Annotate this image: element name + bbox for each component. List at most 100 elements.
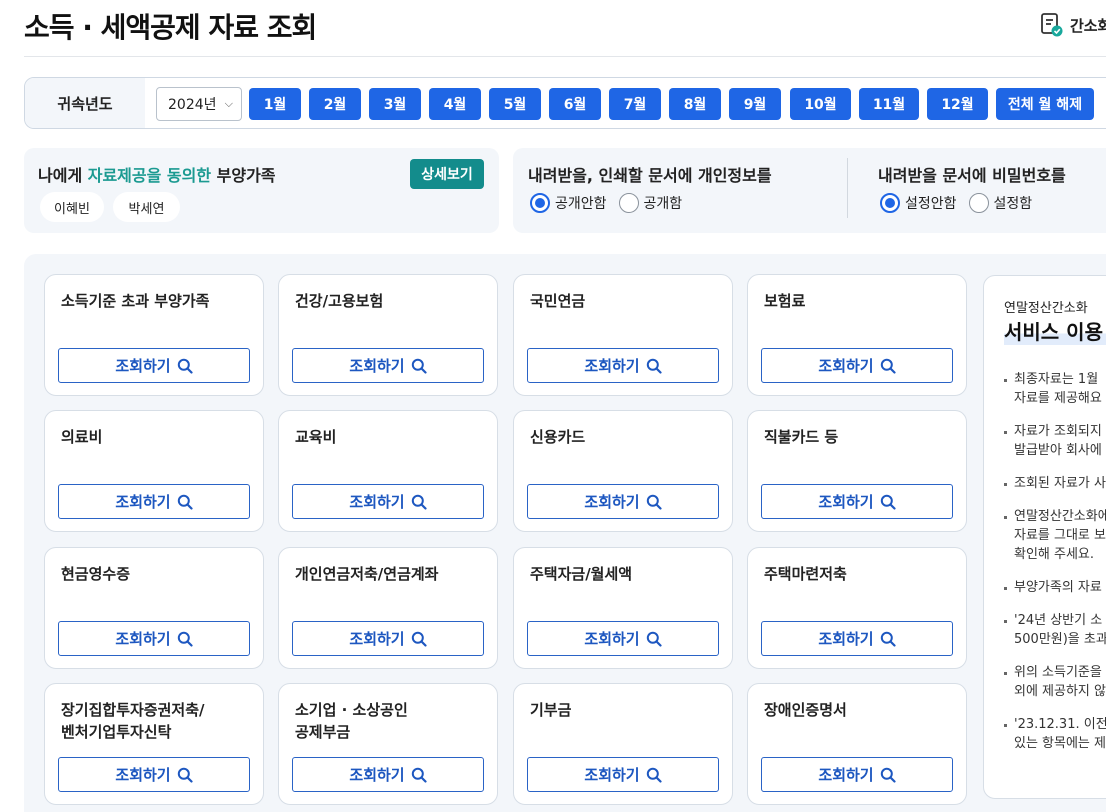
card-title: 개인연금저축/연금계좌 [295,565,439,583]
query-button-label: 조회하기 [818,630,874,648]
search-icon [646,767,662,783]
card-title: 교육비 [295,428,337,446]
dependent-chip[interactable]: 이혜빈 [40,192,104,222]
card-title: 장애인증명서 [764,701,847,719]
query-button[interactable]: 조회하기 [527,621,719,656]
year-label: 귀속년도 [25,78,145,128]
query-button-label: 조회하기 [818,357,874,375]
info-subtitle: 연말정산간소화 [1004,301,1088,316]
query-button-label: 조회하기 [115,357,171,375]
search-icon [411,358,427,374]
info-note: '24년 상반기 소 500만원)을 초과 [1004,611,1106,649]
privacy-hide-radio[interactable] [530,193,550,213]
info-note: 자료가 조회되지 발급받아 회사에 [1004,422,1106,460]
password-radio-group: 설정안함 설정함 [880,193,1032,213]
query-button[interactable]: 조회하기 [58,757,250,792]
search-icon [411,494,427,510]
query-button[interactable]: 조회하기 [58,484,250,519]
card-title: 기부금 [530,701,572,719]
query-button[interactable]: 조회하기 [58,621,250,656]
deduction-card: 현금영수증 조회하기 [44,547,264,669]
query-button[interactable]: 조회하기 [292,621,484,656]
options-divider [847,158,848,218]
query-button-label: 조회하기 [349,357,405,375]
privacy-show-radio[interactable] [618,193,639,213]
query-button[interactable]: 조회하기 [761,757,953,792]
month-button-1[interactable]: 1월 [249,88,301,120]
month-button-6[interactable]: 6월 [549,88,601,120]
month-button-12[interactable]: 12월 [927,88,988,120]
month-button-5[interactable]: 5월 [489,88,541,120]
search-icon [411,631,427,647]
month-button-3[interactable]: 3월 [369,88,421,120]
info-note: '23.12.31. 이전 있는 항목에는 제 [1004,715,1106,753]
deduction-card: 주택자금/월세액 조회하기 [513,547,733,669]
query-button-label: 조회하기 [115,630,171,648]
card-title: 주택마련저축 [764,565,847,583]
month-button-9[interactable]: 9월 [729,88,781,120]
query-button-label: 조회하기 [349,766,405,784]
month-button-8[interactable]: 8월 [669,88,721,120]
info-title: 서비스 이용 [1004,316,1106,345]
query-button-label: 조회하기 [584,493,640,511]
info-note: 위의 소득기준을 외에 제공하지 않 [1004,663,1106,701]
card-title: 소기업 · 소상공인 공제부금 [295,701,408,741]
query-button[interactable]: 조회하기 [527,757,719,792]
document-check-icon [1041,13,1063,37]
deduction-card: 장기집합투자증권저축/ 벤처기업투자신탁조회하기 [44,683,264,805]
privacy-show-label[interactable]: 공개함 [644,193,683,213]
card-title: 건강/고용보험 [295,292,384,310]
query-button[interactable]: 조회하기 [292,484,484,519]
year-filter-bar: 귀속년도 2024년 ⌵ 1월 2월 3월 4월 5월 6월 7월 8월 9월 … [24,77,1106,129]
deduction-card: 보험료 조회하기 [747,274,967,396]
month-button-7[interactable]: 7월 [609,88,661,120]
password-off-label[interactable]: 설정안함 [905,193,957,213]
query-button[interactable]: 조회하기 [527,484,719,519]
search-icon [177,358,193,374]
download-options-panel: 내려받을, 인쇄할 문서에 개인정보를 공개안함 공개함 내려받을 문서에 비밀… [513,148,1106,233]
query-button[interactable]: 조회하기 [292,757,484,792]
deduction-card: 건강/고용보험조회하기 [278,274,498,396]
month-button-11[interactable]: 11월 [859,88,919,120]
search-icon [177,767,193,783]
deduction-card: 개인연금저축/연금계좌조회하기 [278,547,498,669]
password-off-radio[interactable] [880,193,900,213]
simple-service-label: 간소화 [1070,16,1106,35]
card-title: 국민연금 [530,292,586,310]
query-button[interactable]: 조회하기 [761,484,953,519]
password-on-radio[interactable] [968,193,989,213]
month-button-4[interactable]: 4월 [429,88,481,120]
query-button[interactable]: 조회하기 [527,348,719,383]
query-button[interactable]: 조회하기 [761,348,953,383]
info-note: 부양가족의 자료 [1004,578,1106,597]
month-button-2[interactable]: 2월 [309,88,361,120]
deduction-card: 장애인증명서조회하기 [747,683,967,805]
card-title: 의료비 [61,428,103,446]
query-button[interactable]: 조회하기 [58,348,250,383]
deduction-card: 소득기준 초과 부양가족조회하기 [44,274,264,396]
page-title: 소득 · 세액공제 자료 조회 [24,11,317,44]
deduction-card: 국민연금조회하기 [513,274,733,396]
chevron-down-icon: ⌵ [224,97,233,110]
privacy-hide-label[interactable]: 공개안함 [555,193,607,213]
deduction-card: 교육비조회하기 [278,410,498,532]
year-select[interactable]: 2024년 ⌵ [156,87,242,121]
info-note: 조회된 자료가 사 [1004,474,1106,493]
header-divider [24,56,1106,57]
dependent-chip[interactable]: 박세연 [113,192,180,222]
card-title: 장기집합투자증권저축/ 벤처기업투자신탁 [61,701,205,741]
month-button-10[interactable]: 10월 [790,88,851,120]
simple-service-link[interactable]: 간소화 [1040,12,1106,38]
search-icon [177,631,193,647]
info-note: 최종자료는 1월 자료를 제공해요 [1004,370,1106,408]
search-icon [411,767,427,783]
query-button[interactable]: 조회하기 [761,621,953,656]
detail-view-button[interactable]: 상세보기 [410,159,484,189]
clear-all-months-button[interactable]: 전체 월 해제 [996,88,1094,120]
query-button-label: 조회하기 [584,357,640,375]
password-on-label[interactable]: 설정함 [994,193,1033,213]
password-option-title: 내려받을 문서에 비밀번호를 [878,166,1066,185]
query-button-label: 조회하기 [115,766,171,784]
query-button[interactable]: 조회하기 [292,348,484,383]
card-title: 소득기준 초과 부양가족 [61,292,210,310]
